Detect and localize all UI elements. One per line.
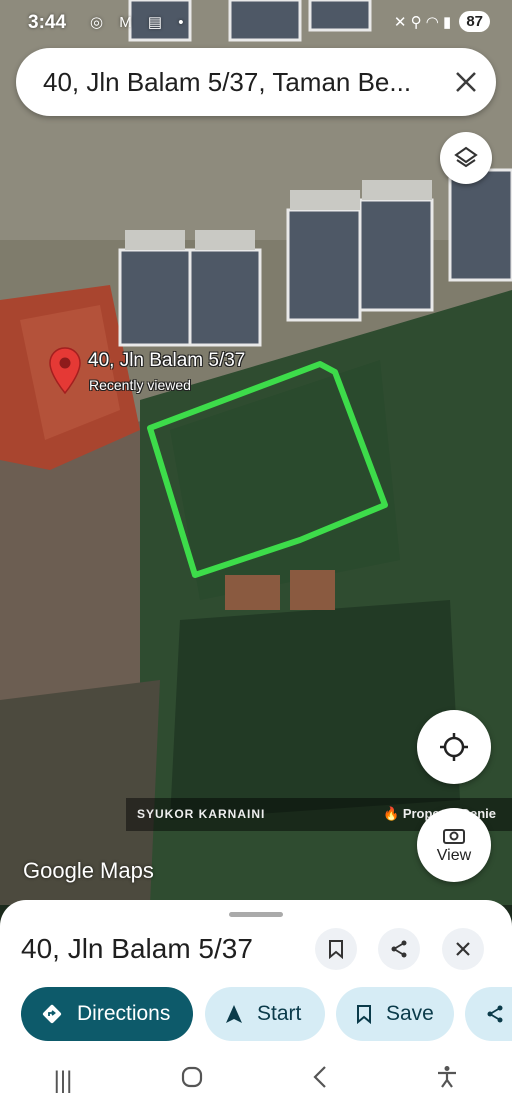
google-maps-logo: Google Maps	[23, 858, 154, 883]
back-icon	[313, 1066, 326, 1088]
map-pin-icon[interactable]	[49, 347, 81, 395]
accessibility-icon	[438, 1066, 457, 1088]
start-button[interactable]: Start	[205, 987, 325, 1041]
share-chip-button[interactable]	[465, 987, 512, 1041]
system-navigation-bar: |||	[0, 1052, 512, 1109]
start-label: Start	[257, 1002, 302, 1025]
directions-icon	[41, 1003, 63, 1025]
home-button[interactable]	[180, 1065, 204, 1096]
recents-button[interactable]: |||	[54, 1067, 73, 1095]
save-icon-button[interactable]	[315, 928, 357, 970]
directions-button[interactable]: Directions	[21, 987, 193, 1041]
my-location-button[interactable]	[417, 710, 491, 784]
search-bar[interactable]: 40, Jln Balam 5/37, Taman Be...	[16, 48, 496, 116]
close-sheet-button[interactable]	[442, 928, 484, 970]
save-button[interactable]: Save	[336, 987, 454, 1041]
bookmark-icon	[329, 940, 343, 959]
system-icons: ✕ ⚲ ◠ ▮	[393, 13, 452, 31]
save-label: Save	[386, 1002, 434, 1025]
back-button[interactable]	[311, 1065, 329, 1096]
status-bar: 3:44 ◎ M ▤ • ✕ ⚲ ◠ ▮ 87	[0, 0, 512, 44]
share-icon	[391, 940, 407, 958]
share-icon-button[interactable]	[378, 928, 420, 970]
street-view-button[interactable]: View	[417, 808, 491, 882]
search-query[interactable]: 40, Jln Balam 5/37, Taman Be...	[16, 67, 436, 98]
accessibility-button[interactable]	[436, 1065, 458, 1096]
directions-label: Directions	[77, 1002, 171, 1025]
bookmark-icon	[356, 1004, 372, 1024]
pin-subtitle: Recently viewed	[89, 377, 191, 393]
navigation-arrow-icon	[225, 1004, 243, 1024]
pin-title: 40, Jln Balam 5/37	[88, 350, 246, 371]
share-icon	[485, 1004, 505, 1024]
action-chip-row: Directions Start Save	[21, 987, 512, 1041]
crosshair-icon	[440, 733, 468, 761]
camera-icon	[443, 829, 465, 844]
status-right-icons: ✕ ⚲ ◠ ▮ 87	[394, 11, 490, 32]
status-time: 3:44	[28, 12, 67, 33]
close-icon[interactable]	[436, 52, 496, 112]
drag-handle[interactable]	[229, 912, 283, 917]
home-icon	[181, 1066, 202, 1088]
layers-icon	[454, 146, 478, 168]
place-title: 40, Jln Balam 5/37	[21, 933, 253, 964]
view-label: View	[436, 847, 472, 864]
close-icon	[456, 942, 470, 956]
watermark-author: SYUKOR KARNAINI	[137, 807, 266, 821]
notification-icons: ◎ M ▤ •	[90, 14, 190, 31]
layers-button[interactable]	[440, 132, 492, 184]
battery-indicator: 87	[459, 11, 490, 32]
